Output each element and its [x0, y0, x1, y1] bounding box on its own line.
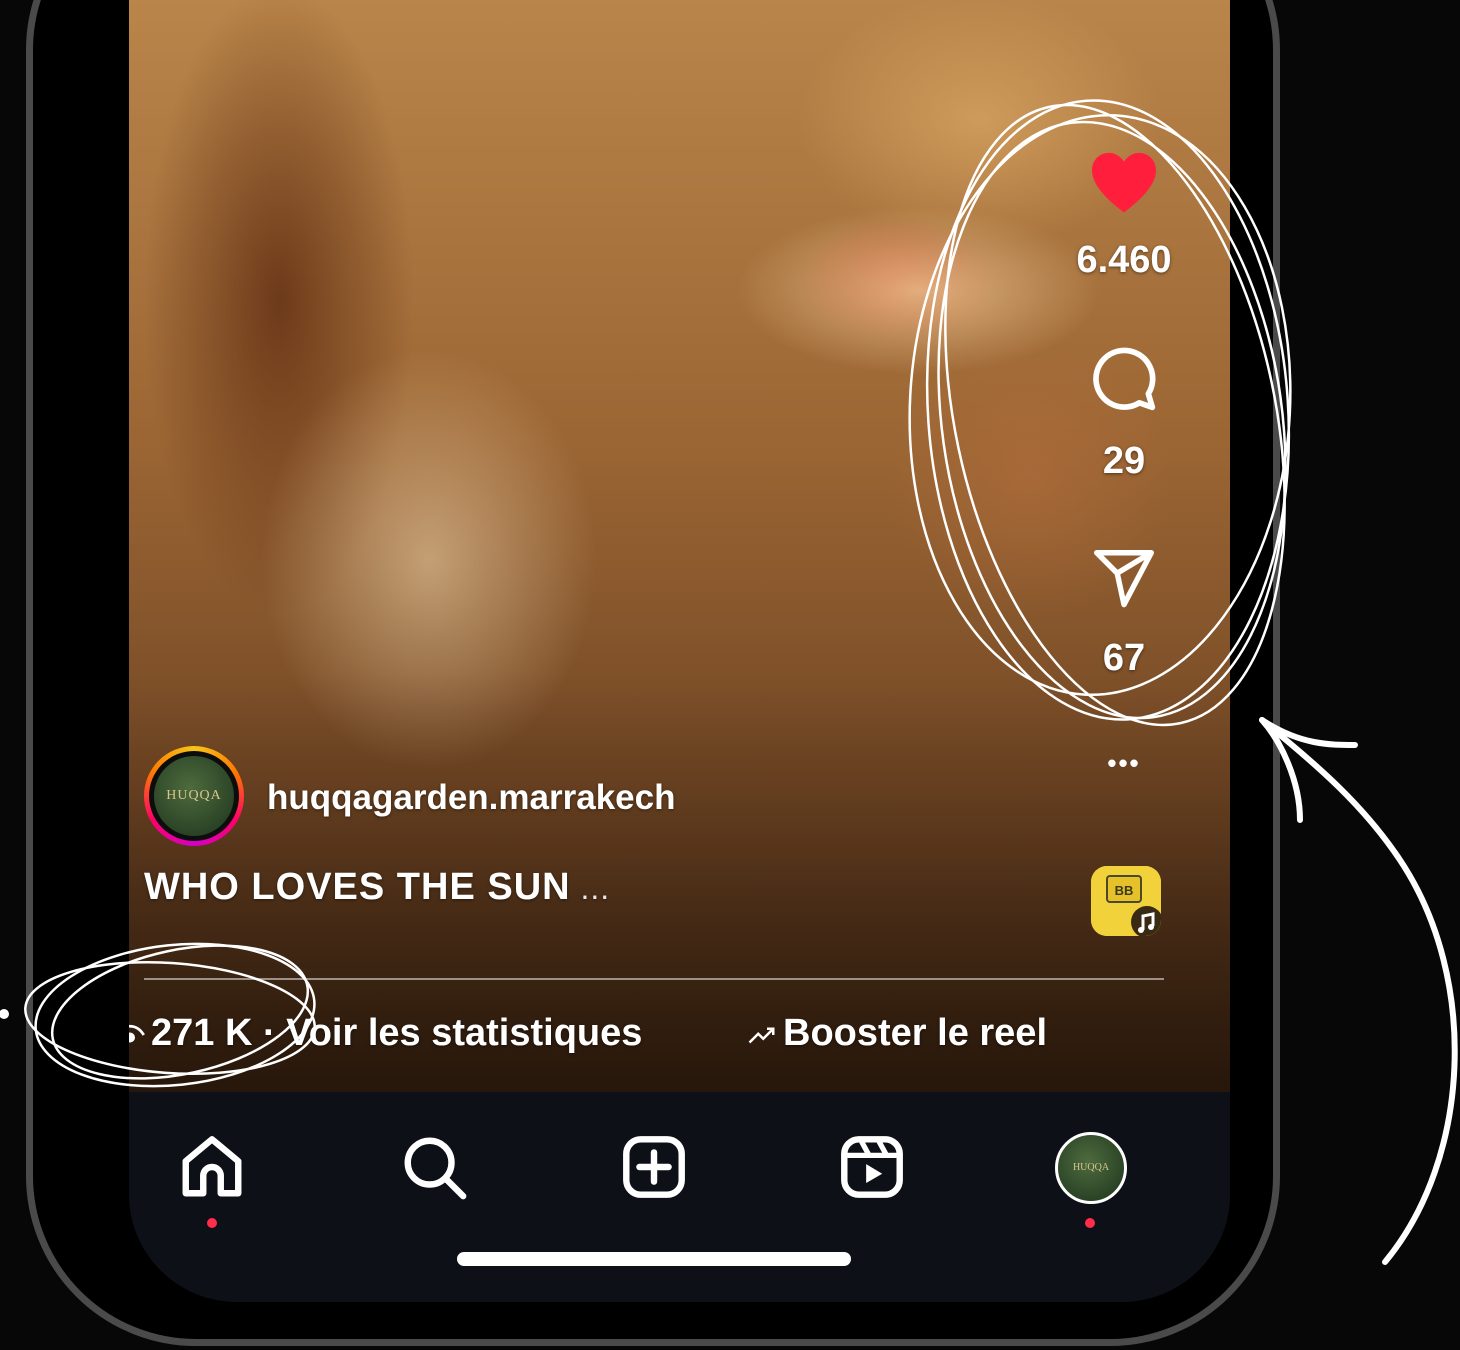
profile-avatar[interactable]: HUQQA	[1055, 1132, 1127, 1204]
send-paperplane-icon[interactable]	[1091, 550, 1157, 610]
notification-dot	[1085, 1218, 1095, 1228]
account-username[interactable]: huqqagarden.marrakech	[267, 778, 675, 818]
view-count: 271 K	[151, 1012, 253, 1054]
share-action[interactable]: 67	[1054, 550, 1194, 680]
boost-reel-button[interactable]: Booster le reel	[747, 1012, 1047, 1055]
audio-track-thumbnail[interactable]: BB	[1091, 866, 1161, 936]
nav-search[interactable]	[399, 1132, 469, 1202]
like-action[interactable]: 6.460	[1054, 150, 1194, 282]
bottom-nav-bar: HUQQA	[129, 1092, 1230, 1302]
home-indicator[interactable]	[457, 1252, 851, 1266]
heart-icon[interactable]	[1089, 150, 1159, 214]
trend-arrow-icon	[748, 1027, 775, 1044]
create-post-icon[interactable]	[619, 1132, 689, 1202]
comment-action[interactable]: 29	[1054, 345, 1194, 483]
caption-text: WHO LOVES THE SUN	[144, 866, 571, 908]
nav-reels[interactable]	[837, 1132, 907, 1202]
annotation-arrow	[1259, 717, 1458, 1265]
reel-caption[interactable]: WHO LOVES THE SUN ...	[144, 866, 610, 909]
like-count: 6.460	[1076, 239, 1172, 281]
nav-home[interactable]	[177, 1132, 247, 1228]
music-note-icon: BB	[1091, 866, 1161, 936]
eye-icon	[129, 1024, 145, 1043]
boost-label: Booster le reel	[783, 1012, 1047, 1054]
home-icon[interactable]	[177, 1132, 247, 1202]
reel-screen: 6.460 29 67 ••• BB HUQQA huqqagarden.mar…	[129, 0, 1230, 1302]
view-statistics-link[interactable]: Voir les statistiques	[286, 1012, 642, 1054]
more-options-button[interactable]: •••	[1054, 748, 1194, 779]
caption-more[interactable]: ...	[571, 870, 611, 906]
divider	[144, 978, 1164, 980]
reels-icon[interactable]	[837, 1132, 907, 1202]
comment-bubble-icon[interactable]	[1088, 345, 1160, 413]
share-count: 67	[1102, 637, 1146, 679]
more-dots-icon[interactable]: •••	[1107, 748, 1140, 778]
search-icon[interactable]	[399, 1132, 469, 1202]
account-avatar[interactable]: HUQQA	[144, 746, 244, 846]
comment-count: 29	[1102, 440, 1146, 482]
nav-profile[interactable]: HUQQA	[1055, 1132, 1127, 1228]
notification-dot	[207, 1218, 217, 1228]
stats-separator: ·	[252, 1012, 287, 1054]
nav-create[interactable]	[619, 1132, 689, 1202]
huqqa-logo: HUQQA	[154, 756, 234, 836]
view-stats-row[interactable]: 271 K · Voir les statistiques	[129, 1012, 642, 1055]
svg-text:BB: BB	[1115, 883, 1134, 898]
annotation-dot	[0, 1009, 9, 1019]
